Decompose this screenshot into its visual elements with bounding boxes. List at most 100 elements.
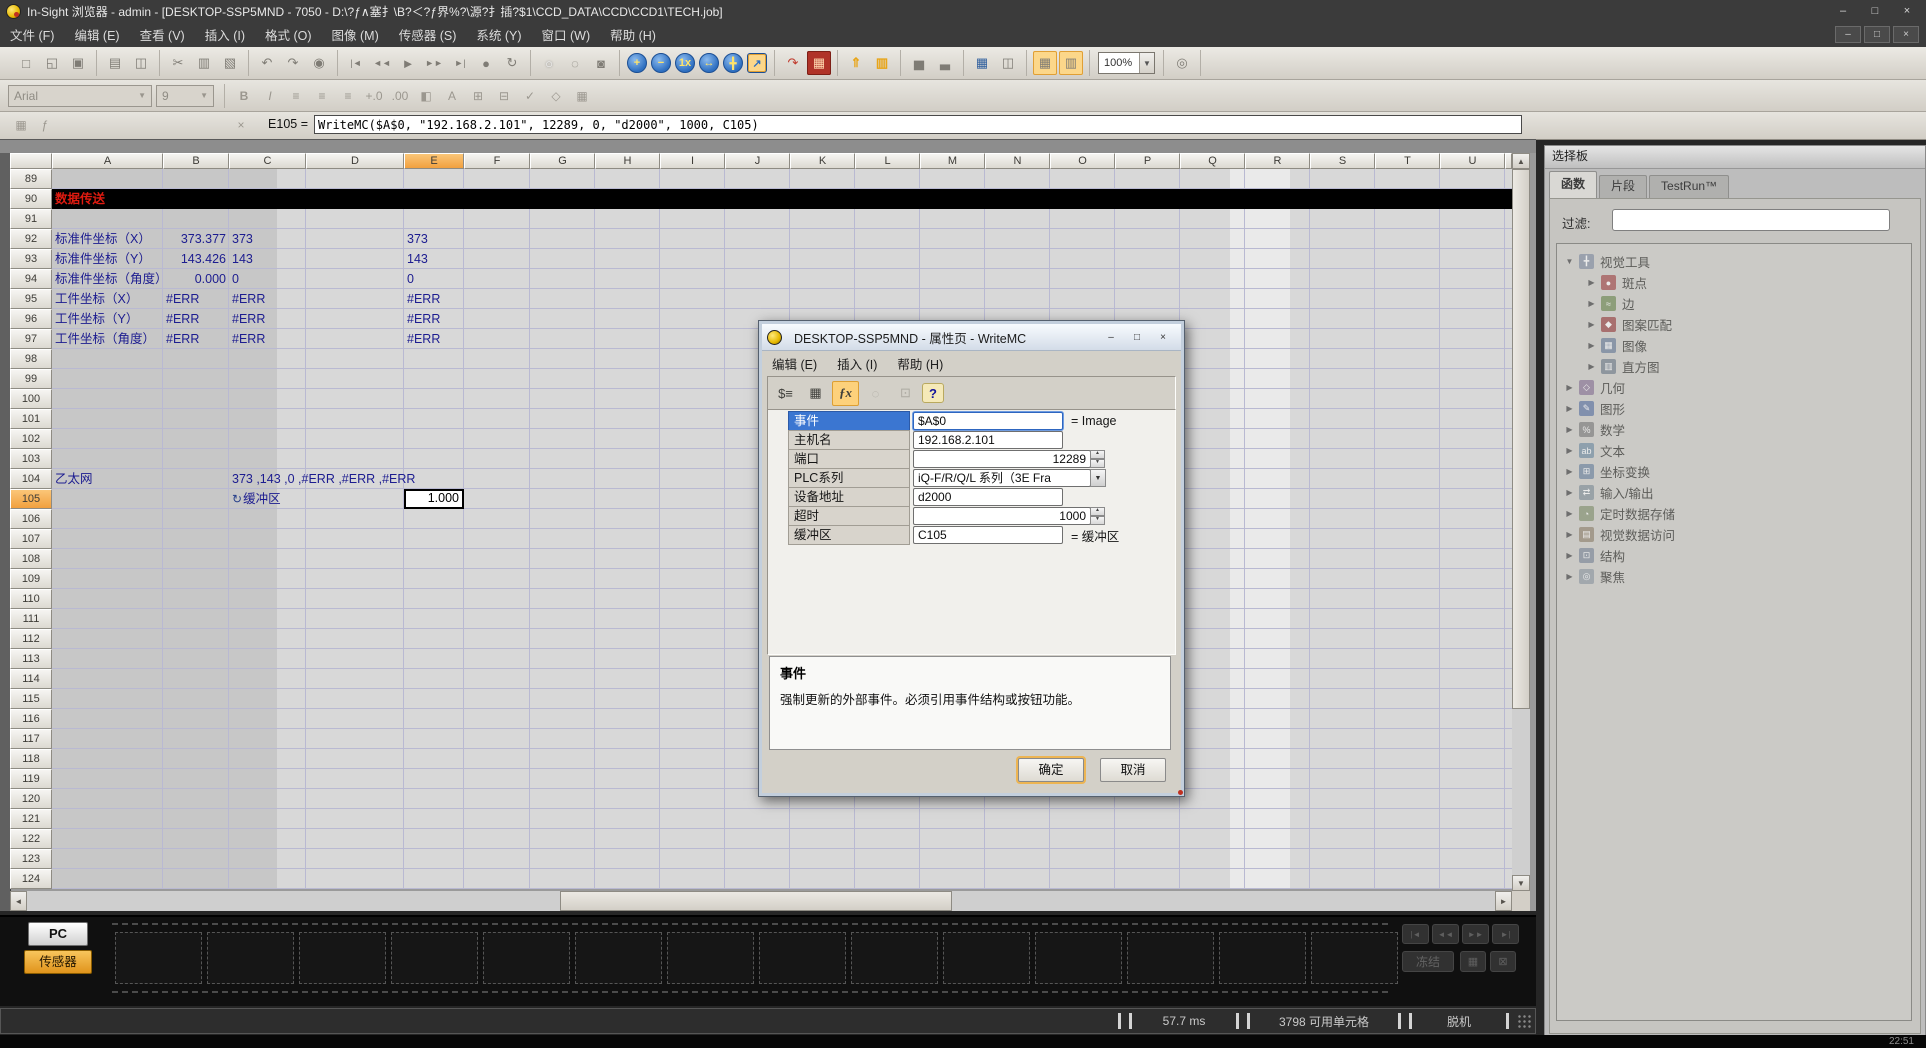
cell-E97[interactable]: #ERR: [404, 329, 443, 349]
cell-A93[interactable]: 标准件坐标（Y）: [52, 249, 154, 269]
property-field[interactable]: iQ-F/R/Q/L 系列（3E Fra: [913, 469, 1091, 487]
row-header-97[interactable]: 97: [10, 329, 52, 349]
cell-C94[interactable]: 0: [229, 269, 242, 289]
row-header-109[interactable]: 109: [10, 569, 52, 589]
decrease-decimal-icon[interactable]: .00: [388, 85, 412, 107]
play-icon[interactable]: ►: [396, 51, 420, 75]
zoom-region-icon[interactable]: ↗: [747, 53, 767, 73]
expand-icon[interactable]: ▶: [1564, 551, 1575, 560]
dialog-close-icon[interactable]: ×: [1150, 328, 1176, 346]
column-header-S[interactable]: S: [1310, 153, 1375, 169]
column-header-partial[interactable]: [1505, 153, 1512, 169]
vertical-scrollbar[interactable]: ▲ ▼: [1512, 153, 1530, 891]
live-video-icon[interactable]: ◙: [589, 51, 613, 75]
expand-icon[interactable]: ▶: [1564, 572, 1575, 581]
expand-region-icon[interactable]: ⊡: [892, 381, 919, 406]
validate-icon[interactable]: ✓: [518, 85, 542, 107]
column-header-R[interactable]: R: [1245, 153, 1310, 169]
property-field[interactable]: C105: [913, 526, 1063, 544]
repeat-icon[interactable]: ↻: [500, 51, 524, 75]
property-field[interactable]: 12289: [913, 450, 1091, 468]
cell-B94[interactable]: 0.000: [163, 269, 229, 289]
dialog-menu-item[interactable]: 插入 (I): [837, 354, 877, 373]
spin-down-icon[interactable]: ▼: [1090, 459, 1105, 468]
help-icon[interactable]: ?: [922, 383, 944, 403]
zoom-pan-icon[interactable]: ╋: [723, 53, 743, 73]
tree-item-text[interactable]: ▶ab文本: [1557, 440, 1911, 461]
expand-icon[interactable]: ▶: [1564, 530, 1575, 539]
palette-tab-[interactable]: 函数: [1549, 171, 1597, 198]
cell-B96[interactable]: #ERR: [163, 309, 202, 329]
menu-item[interactable]: 帮助 (H): [600, 25, 666, 44]
combo-dropdown-icon[interactable]: ▼: [1090, 469, 1106, 487]
column-header-N[interactable]: N: [985, 153, 1050, 169]
row-header-117[interactable]: 117: [10, 729, 52, 749]
tree-item-timed-storage[interactable]: ▶◔定时数据存储: [1557, 503, 1911, 524]
film-first-icon[interactable]: |◄: [1402, 924, 1429, 944]
row-header-123[interactable]: 123: [10, 849, 52, 869]
collapse-icon[interactable]: ▼: [1564, 257, 1575, 266]
close-icon[interactable]: ×: [1892, 3, 1922, 20]
dialog-menu-item[interactable]: 编辑 (E): [772, 354, 817, 373]
column-header-Q[interactable]: Q: [1180, 153, 1245, 169]
cell-grid-icon[interactable]: ▦: [12, 116, 30, 134]
scroll-up-icon[interactable]: ▲: [1512, 153, 1530, 169]
cell-A96[interactable]: 工件坐标（Y）: [52, 309, 141, 329]
magnifier-alt-icon[interactable]: ◌: [563, 51, 587, 75]
expand-icon[interactable]: ▶: [1586, 341, 1597, 350]
increase-decimal-icon[interactable]: +.0: [362, 85, 386, 107]
expand-icon[interactable]: ▶: [1564, 488, 1575, 497]
vertical-scroll-thumb[interactable]: [1512, 169, 1530, 709]
property-label[interactable]: 端口: [788, 449, 910, 469]
column-header-P[interactable]: P: [1115, 153, 1180, 169]
columns-yellow-icon[interactable]: ▥: [870, 51, 894, 75]
ok-button[interactable]: 确定: [1018, 758, 1084, 782]
cell-reference-icon[interactable]: ▦: [802, 381, 829, 406]
property-label[interactable]: 事件: [788, 411, 910, 431]
tree-item-graphics[interactable]: ▶✎图形: [1557, 398, 1911, 419]
tree-item-focus[interactable]: ▶◎聚焦: [1557, 566, 1911, 587]
column-header-L[interactable]: L: [855, 153, 920, 169]
maximize-icon[interactable]: □: [1860, 3, 1890, 20]
property-field[interactable]: $A$0: [913, 412, 1063, 430]
freeze-button[interactable]: 冻结: [1402, 951, 1454, 972]
minimize-icon[interactable]: –: [1828, 3, 1858, 20]
scroll-left-icon[interactable]: ◄: [10, 891, 27, 911]
row-header-121[interactable]: 121: [10, 809, 52, 829]
film-back-icon[interactable]: ◄◄: [1432, 924, 1459, 944]
cell-A95[interactable]: 工件坐标（X）: [52, 289, 141, 309]
cell-C92[interactable]: 373: [229, 229, 256, 249]
online-toggle-icon[interactable]: ◎: [1170, 51, 1194, 75]
print-icon[interactable]: ▤: [103, 51, 127, 75]
row-header-99[interactable]: 99: [10, 369, 52, 389]
dialog-menu-item[interactable]: 帮助 (H): [897, 354, 943, 373]
cell-E93[interactable]: 143: [404, 249, 431, 269]
dialog-title-bar[interactable]: DESKTOP-SSP5MND - 属性页 - WriteMC –□×: [762, 324, 1181, 351]
tree-item-tools[interactable]: ▼╋视觉工具: [1557, 251, 1911, 272]
image-transform-icon[interactable]: ↷: [781, 51, 805, 75]
dialog-minimize-icon[interactable]: –: [1098, 328, 1124, 346]
cell-C104[interactable]: 373 ,143 ,0 ,#ERR ,#ERR ,#ERR: [229, 469, 418, 489]
menu-item[interactable]: 系统 (Y): [466, 25, 531, 44]
film-forward-icon[interactable]: ►►: [1462, 924, 1489, 944]
row-header-120[interactable]: 120: [10, 789, 52, 809]
expand-icon[interactable]: ▶: [1564, 425, 1575, 434]
menu-item[interactable]: 窗口 (W): [532, 25, 601, 44]
zoom-in-icon[interactable]: +: [627, 53, 647, 73]
import-yellow-icon[interactable]: ⇑: [844, 51, 868, 75]
cell-C95[interactable]: #ERR: [229, 289, 268, 309]
go-last-icon[interactable]: ►|: [448, 51, 472, 75]
property-field[interactable]: 192.168.2.101: [913, 431, 1063, 449]
cell-C97[interactable]: #ERR: [229, 329, 268, 349]
go-first-icon[interactable]: |◄: [344, 51, 368, 75]
delete-cells-icon[interactable]: ⊟: [492, 85, 516, 107]
row-header-106[interactable]: 106: [10, 509, 52, 529]
column-header-F[interactable]: F: [464, 153, 530, 169]
column-header-T[interactable]: T: [1375, 153, 1440, 169]
table-view-icon[interactable]: ▦: [970, 51, 994, 75]
select-region-icon[interactable]: ◌: [862, 381, 889, 406]
expand-icon[interactable]: ▶: [1564, 509, 1575, 518]
horizontal-scroll-thumb[interactable]: [560, 891, 952, 911]
row-header-104[interactable]: 104: [10, 469, 52, 489]
child-minimize-icon[interactable]: –: [1835, 26, 1861, 43]
